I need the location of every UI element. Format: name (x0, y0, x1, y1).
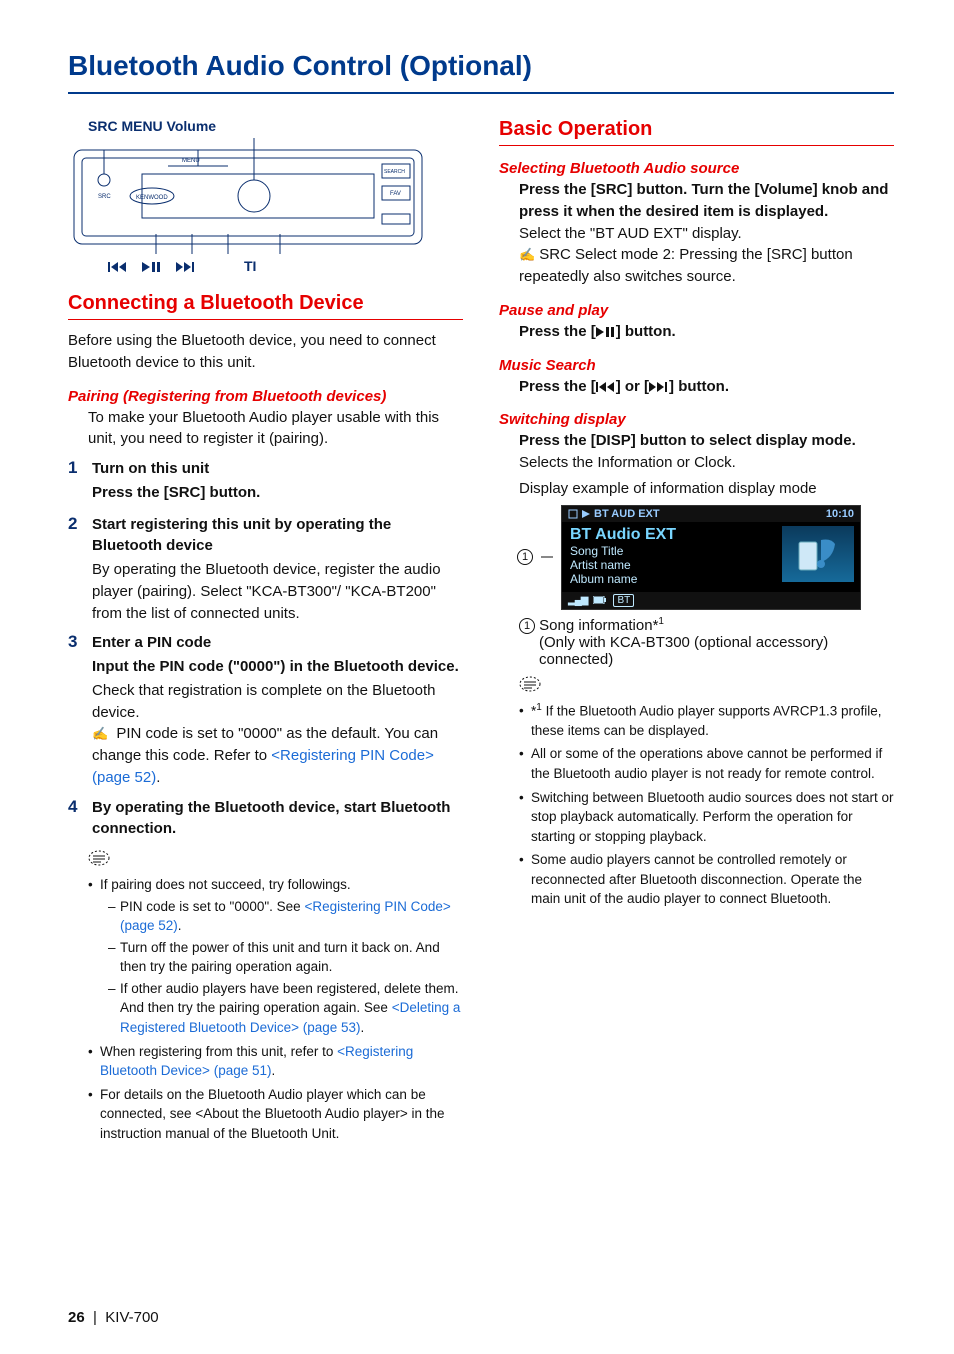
left-column: SRC MENU Volume SRC MENU SEARCH (68, 118, 463, 1147)
pause-play-body: Press the [] button. (519, 321, 894, 343)
switching-display-body: Selects the Information or Clock. (519, 452, 894, 474)
step-3-body: Check that registration is complete on t… (92, 682, 436, 721)
select-source-note: SRC Select mode 2: Pressing the [SRC] bu… (519, 244, 894, 288)
step-1: 1 Turn on this unit Press the [SRC] butt… (68, 458, 463, 506)
step-2-title: Start registering this unit by operating… (92, 514, 463, 558)
step-4: 4 By operating the Bluetooth device, sta… (68, 797, 463, 843)
prev-track-icon (108, 258, 128, 274)
note-register-from-unit: When registering from this unit, refer t… (88, 1042, 463, 1081)
device-illustration: SRC MENU SEARCH FAV (68, 136, 428, 256)
next-track-icon (649, 381, 669, 393)
connecting-heading: Connecting a Bluetooth Device (68, 292, 463, 320)
note-pin-default: PIN code is set to "0000". See <Register… (108, 897, 463, 936)
play-indicator-icon (582, 510, 590, 518)
display-header-left: BT AUD EXT (594, 508, 660, 520)
album-art-icon (782, 526, 854, 582)
page-number: 26 (68, 1309, 85, 1326)
note-avrcp: *1 If the Bluetooth Audio player support… (519, 701, 894, 741)
note-about-player: For details on the Bluetooth Audio playe… (88, 1085, 463, 1144)
display-header-clock: 10:10 (826, 508, 854, 520)
select-source-bold: Press the [SRC] button. Turn the [Volume… (519, 179, 894, 223)
note-remote: Some audio players cannot be controlled … (519, 850, 894, 909)
display-line-2: Song Title (570, 544, 774, 558)
display-line-1: BT Audio EXT (570, 526, 774, 544)
device-top-labels: SRC MENU Volume (88, 118, 216, 134)
callout-1: 1 (517, 549, 533, 565)
device-illustration-block: SRC MENU Volume SRC MENU SEARCH (68, 118, 463, 274)
svg-text:MENU: MENU (182, 158, 200, 164)
callout-line-icon (541, 553, 553, 561)
step-2: 2 Start registering this unit by operati… (68, 514, 463, 625)
right-notes: *1 If the Bluetooth Audio player support… (519, 701, 894, 909)
step-2-body: By operating the Bluetooth device, regis… (92, 561, 441, 622)
battery-icon (593, 596, 607, 604)
display-line-4: Album name (570, 572, 774, 586)
device-bottom-labels: TI (108, 258, 256, 274)
select-source-body: Select the "BT AUD EXT" display. (519, 223, 894, 245)
model-name: KIV-700 (105, 1309, 158, 1326)
basic-operation-heading: Basic Operation (499, 118, 894, 146)
next-track-icon (176, 258, 196, 274)
svg-text:SEARCH: SEARCH (384, 169, 405, 175)
notes-icon (519, 676, 894, 697)
music-search-body: Press the [] or [] button. (519, 376, 894, 398)
svg-text:SRC: SRC (98, 194, 111, 200)
source-icon (568, 509, 578, 519)
pairing-text: To make your Bluetooth Audio player usab… (88, 407, 463, 451)
footnote-1: 1 Song information*1 (Only with KCA-BT30… (519, 616, 894, 668)
step-1-title: Turn on this unit (92, 458, 463, 480)
display-caption: Display example of information display m… (519, 480, 894, 497)
play-pause-icon (596, 326, 616, 338)
step-3-sub: Input the PIN code ("0000") in the Bluet… (92, 656, 463, 678)
play-pause-icon (142, 258, 162, 274)
page-footer: 26 | KIV-700 (68, 1309, 159, 1326)
note-not-ready: All or some of the operations above cann… (519, 744, 894, 783)
music-search-sub: Music Search (499, 357, 894, 374)
svg-text:FAV: FAV (390, 191, 401, 197)
step-3: 3 Enter a PIN code Input the PIN code ("… (68, 632, 463, 788)
display-example: 1 BT AUD EXT 10:10 BT Audio EXT Song Tit… (517, 505, 894, 610)
note-pairing-fail: If pairing does not succeed, try followi… (100, 877, 351, 892)
signal-icon: ▂▄▆ (568, 595, 587, 606)
svg-text:KENWOOD: KENWOOD (136, 195, 168, 201)
pairing-subheading: Pairing (Registering from Bluetooth devi… (68, 388, 463, 405)
page-title: Bluetooth Audio Control (Optional) (68, 50, 894, 94)
left-notes: If pairing does not succeed, try followi… (88, 875, 463, 1143)
notes-icon (88, 850, 463, 871)
step-3-title: Enter a PIN code (92, 632, 463, 654)
note-delete-registered: If other audio players have been registe… (108, 979, 463, 1038)
step-4-title: By operating the Bluetooth device, start… (92, 797, 463, 841)
step-1-body: Press the [SRC] button. (92, 482, 463, 504)
switching-display-sub: Switching display (499, 411, 894, 428)
step-3-note: PIN code is set to "0000" as the default… (92, 723, 463, 788)
right-column: Basic Operation Selecting Bluetooth Audi… (499, 118, 894, 1147)
ti-label: TI (244, 258, 256, 274)
note-power-cycle: Turn off the power of this unit and turn… (108, 938, 463, 977)
connecting-intro: Before using the Bluetooth device, you n… (68, 330, 463, 374)
switching-display-bold: Press the [DISP] button to select displa… (519, 430, 894, 452)
display-screen: BT AUD EXT 10:10 BT Audio EXT Song Title… (561, 505, 861, 610)
select-source-sub: Selecting Bluetooth Audio source (499, 160, 894, 177)
note-switching: Switching between Bluetooth audio source… (519, 788, 894, 847)
bt-badge: BT (613, 594, 634, 607)
pause-play-sub: Pause and play (499, 302, 894, 319)
display-line-3: Artist name (570, 558, 774, 572)
prev-track-icon (596, 381, 616, 393)
